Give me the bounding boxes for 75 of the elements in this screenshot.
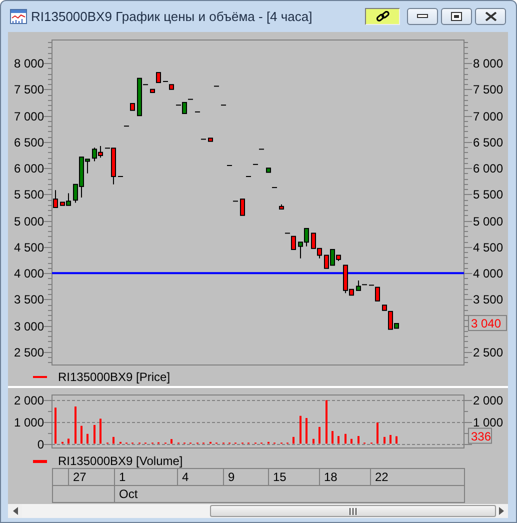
axis-label: 7 500	[473, 82, 504, 96]
axis-label: 3 000	[14, 320, 44, 334]
candlestick	[124, 126, 130, 127]
axis-label: 5 500	[14, 188, 44, 202]
axis-label: 2 500	[14, 346, 44, 360]
axis-label: 5 000	[14, 214, 44, 228]
candlestick	[291, 236, 296, 250]
horizontal-scrollbar[interactable]	[8, 504, 508, 518]
scrollbar-thumb[interactable]	[210, 505, 496, 517]
axis-label: 4 000	[14, 266, 44, 280]
axis-label: 3 500	[14, 292, 44, 306]
axis-label: 4 500	[14, 240, 44, 254]
candlestick	[214, 86, 220, 87]
axis-label: 5 000	[473, 214, 504, 228]
axis-label: 1 000	[14, 416, 44, 430]
legend-label: RI135000BX9 [Price]	[58, 369, 170, 386]
candlestick	[266, 168, 271, 173]
axis-label: 7 500	[14, 82, 44, 96]
axis-label: 8 000	[14, 56, 44, 70]
candlestick	[246, 176, 252, 177]
candlestick	[284, 232, 290, 234]
link-icon	[376, 10, 390, 22]
close-button[interactable]	[475, 8, 506, 25]
axis-label: 6 000	[473, 162, 504, 176]
minimize-icon	[417, 14, 428, 19]
axis-label: 1 000	[473, 416, 504, 430]
legend-line-icon	[33, 376, 47, 378]
date-label: 1	[119, 470, 126, 484]
month-label: Oct	[119, 486, 138, 500]
candlestick	[194, 111, 200, 112]
grip-icon	[348, 508, 358, 514]
candlestick	[156, 72, 161, 84]
minimize-button[interactable]	[407, 8, 438, 25]
candlestick	[226, 164, 232, 166]
axis-label: 0	[37, 438, 44, 452]
axis-label: 6 500	[473, 136, 504, 150]
date-label: 4	[182, 470, 189, 484]
candlestick	[252, 164, 258, 165]
left-arrow-icon	[12, 507, 18, 515]
date-label: 27	[73, 470, 86, 484]
axis-label: 5 500	[473, 188, 504, 202]
axis-label: 7 000	[14, 110, 44, 124]
legend-label: RI135000BX9 [Volume]	[58, 453, 183, 470]
axis-label: 3 500	[473, 292, 504, 306]
axis-label: 8 000	[473, 56, 504, 70]
axis-label: 2 000	[14, 394, 44, 408]
axis-label: 4 500	[473, 240, 504, 254]
date-label: 18	[324, 470, 338, 484]
axis-label: 6 000	[14, 162, 44, 176]
axis-label: 7 000	[473, 110, 504, 124]
candlestick	[272, 187, 278, 188]
candlestick	[279, 204, 284, 210]
candlestick	[130, 103, 135, 111]
date-label: 9	[228, 470, 235, 484]
chart-icon	[10, 9, 27, 24]
axis-label: 2 000	[473, 394, 504, 408]
maximize-icon	[451, 12, 462, 21]
axis-label: 4 000	[473, 266, 504, 280]
candlestick	[258, 148, 264, 150]
close-icon	[484, 12, 496, 21]
axis-label: 2 500	[473, 346, 504, 360]
candlestick	[232, 200, 238, 202]
candlestick	[53, 190, 58, 208]
date-label: 15	[273, 470, 286, 484]
candlestick	[240, 198, 245, 216]
link-button[interactable]	[365, 8, 400, 25]
candlestick	[118, 176, 124, 177]
maximize-button[interactable]	[441, 8, 472, 25]
last-value-label: 336	[468, 428, 492, 444]
window-title: RI135000BX9 График цены и объёма - [4 часа]	[31, 8, 312, 26]
axis-label: 6 500	[14, 136, 44, 150]
candlestick	[220, 104, 226, 106]
last-value-label: 3 040	[468, 315, 507, 332]
date-label: 22	[375, 470, 388, 484]
right-arrow-icon	[498, 507, 504, 515]
